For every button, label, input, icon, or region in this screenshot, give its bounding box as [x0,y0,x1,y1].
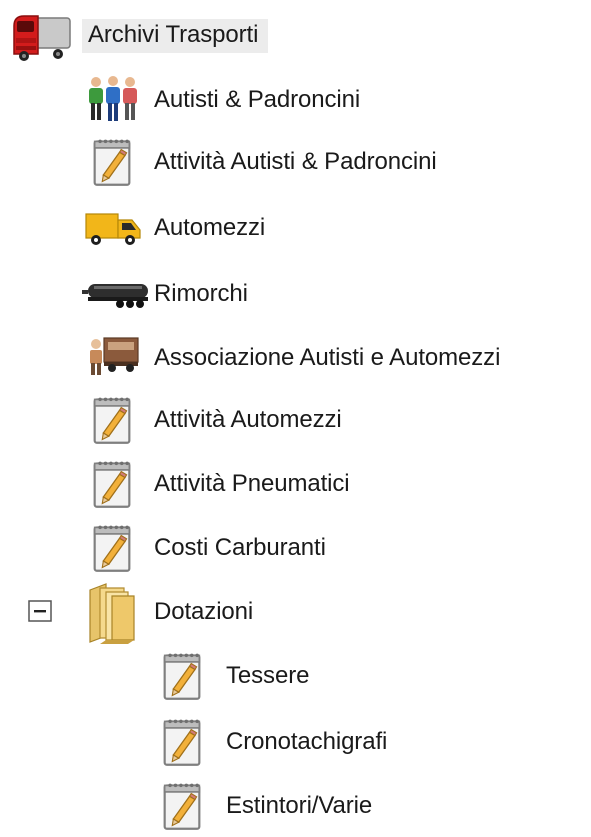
tree-node-attivita-automezzi[interactable]: Attività Automezzi [154,392,342,448]
collapse-toggle-minus-icon[interactable] [28,600,52,622]
tree-node-label: Estintori/Varie [226,792,373,819]
tree-node-label: Costi Carburanti [154,534,326,561]
tree-node-label: Cronotachigrafi [226,728,388,755]
notepad-pencil-icon [90,458,134,510]
notepad-pencil-icon [90,394,134,446]
notepad-pencil-icon [160,716,204,768]
tree-node-dotazioni[interactable]: Dotazioni [154,584,253,640]
tree-node-cronotachigrafi[interactable]: Cronotachigrafi [226,714,387,770]
trailer-icon [82,284,148,308]
tree-node-label: Associazione Autisti e Automezzi [154,344,501,371]
delivery-truck-icon [85,213,141,245]
tree-node-autisti-padroncini[interactable]: Autisti & Padroncini [154,72,360,128]
tree-node-rimorchi[interactable]: Rimorchi [154,266,248,322]
tree-node-label: Tessere [226,662,310,689]
tree-node-label: Automezzi [154,214,266,241]
tree-node-automezzi[interactable]: Automezzi [154,200,265,256]
tree-node-label: Attività Automezzi [154,406,342,433]
notepad-pencil-icon [90,522,134,574]
tree-node-label: Attività Autisti & Padroncini [154,148,437,175]
people-icon [89,76,137,121]
notepad-pencil-icon [90,136,134,188]
tree-view: Archivi Trasporti Autisti & Padroncini A… [0,0,591,837]
driver-truck-icon [90,337,139,375]
tree-node-attivita-pneumatici[interactable]: Attività Pneumatici [154,456,350,512]
tree-node-label: Attività Pneumatici [154,470,350,497]
tree-node-estintori-varie[interactable]: Estintori/Varie [226,778,372,834]
notepad-pencil-icon [160,650,204,702]
notepad-pencil-icon [160,780,204,832]
truck-red-icon [13,15,71,61]
tree-node-tessere[interactable]: Tessere [226,648,309,704]
tree-node-costi-carburanti[interactable]: Costi Carburanti [154,520,326,576]
tree-node-label: Dotazioni [154,598,254,625]
tree-node-attivita-autisti-padroncini[interactable]: Attività Autisti & Padroncini [154,134,437,190]
folder-icon [89,583,135,644]
tree-node-label: Archivi Trasporti [82,19,269,53]
tree-node-associazione-autisti-automezzi[interactable]: Associazione Autisti e Automezzi [154,330,500,386]
tree-node-label: Autisti & Padroncini [154,86,361,113]
tree-node-archivi-trasporti[interactable]: Archivi Trasporti [82,8,269,64]
tree-node-label: Rimorchi [154,280,248,307]
